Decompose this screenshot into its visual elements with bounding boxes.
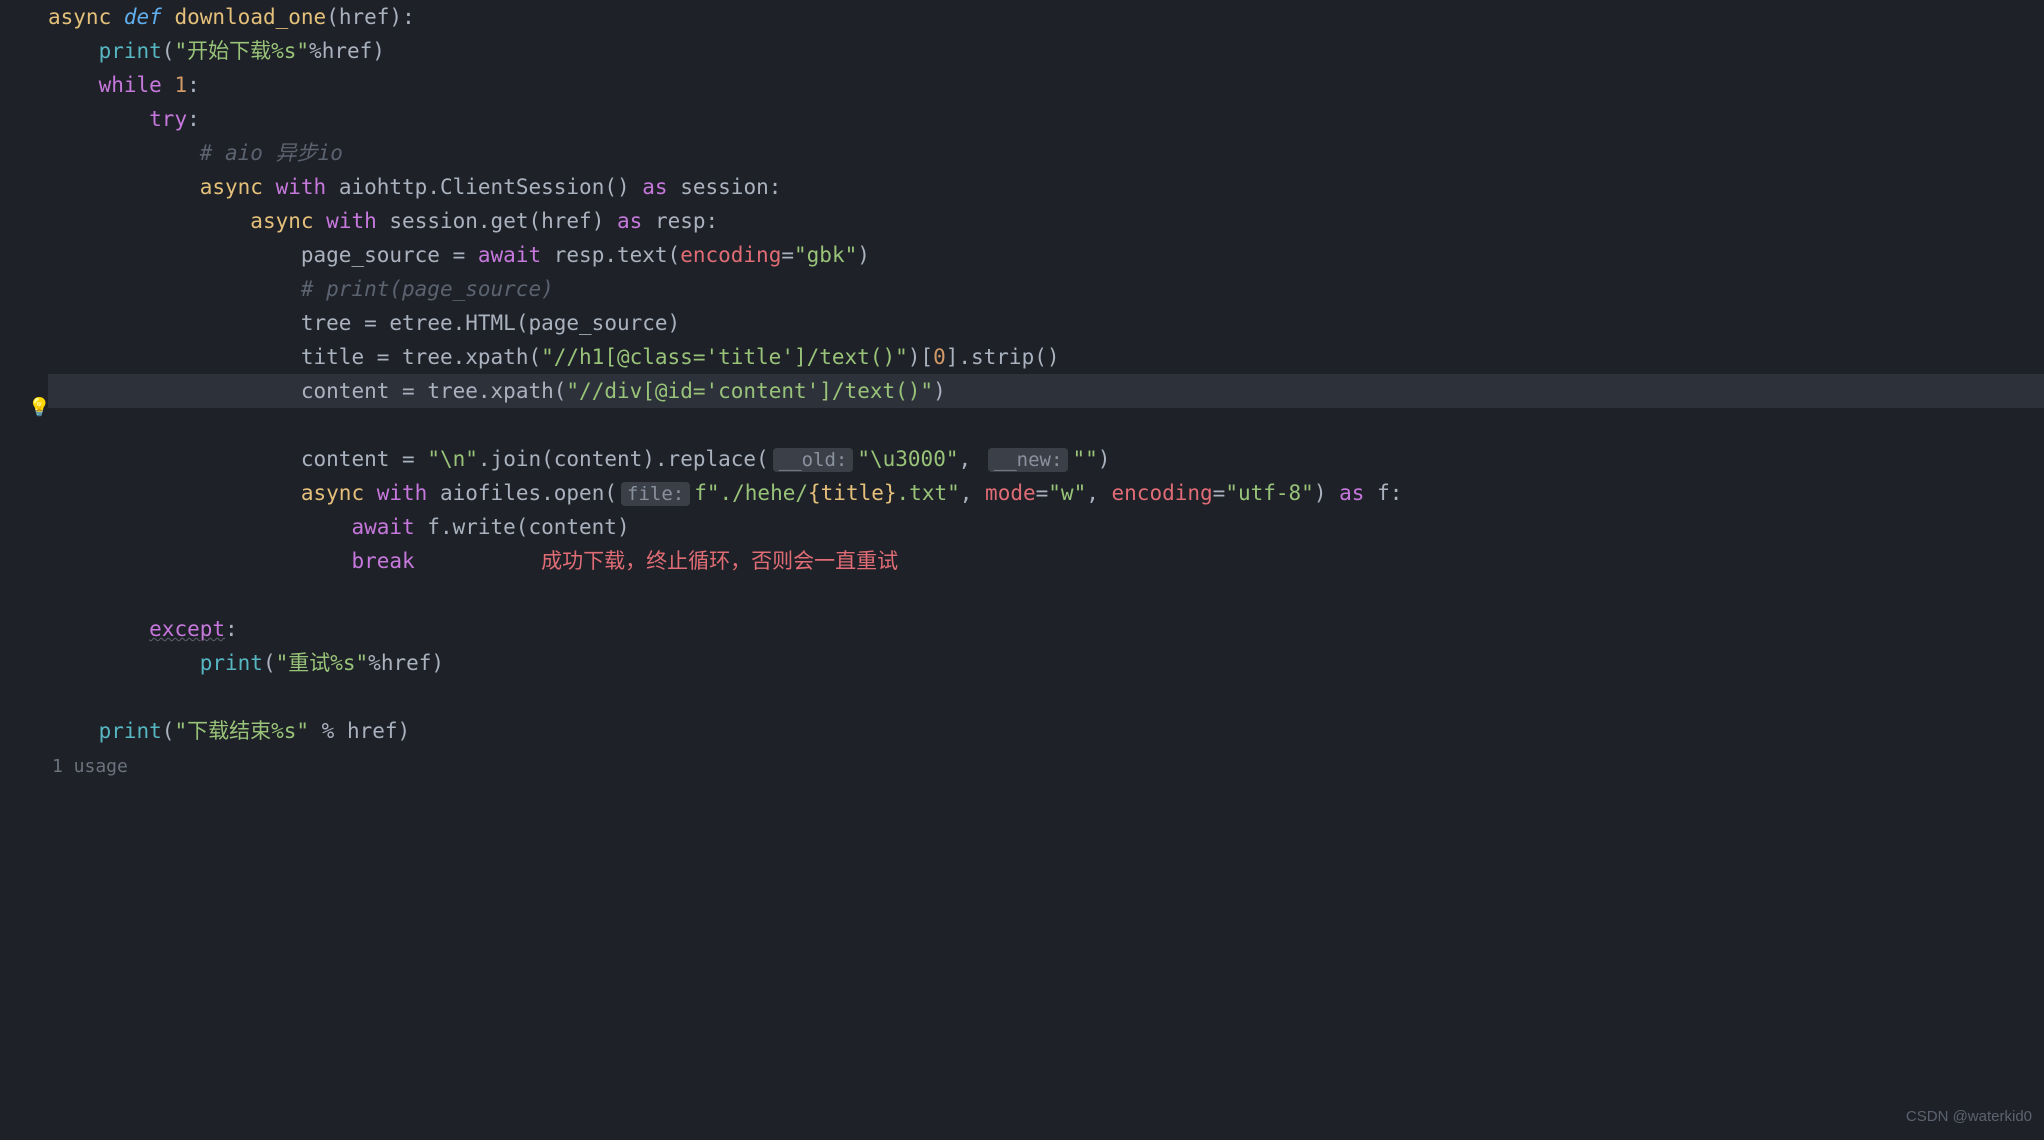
code-line[interactable]: # print(page_source) (48, 272, 2044, 306)
code-line[interactable]: async with aiohttp.ClientSession() as se… (48, 170, 2044, 204)
code-line[interactable]: async with aiofiles.open(file:f"./hehe/{… (48, 476, 2044, 510)
code-line[interactable]: tree = etree.HTML(page_source) (48, 306, 2044, 340)
code-line[interactable]: title = tree.xpath("//h1[@class='title']… (48, 340, 2044, 374)
code-line-blank[interactable] (48, 680, 2044, 714)
inlay-hint: file: (621, 482, 690, 506)
code-line[interactable]: break 成功下载，终止循环，否则会一直重试 (48, 544, 2044, 578)
code-line[interactable]: content = "\n".join(content).replace(__o… (48, 442, 2044, 476)
code-line[interactable]: print("开始下载%s"%href) (48, 34, 2044, 68)
watermark: CSDN @waterkid0 (1906, 1100, 2032, 1134)
code-line[interactable]: while 1: (48, 68, 2044, 102)
inlay-hint: __new: (988, 448, 1069, 472)
code-line[interactable]: page_source = await resp.text(encoding="… (48, 238, 2044, 272)
gutter: 💡 (0, 0, 48, 784)
code-line-current[interactable]: content = tree.xpath("//div[@id='content… (48, 374, 2044, 408)
code-line-blank[interactable] (48, 578, 2044, 612)
inlay-hint: __old: (773, 448, 854, 472)
code-line[interactable]: print("重试%s"%href) (48, 646, 2044, 680)
code-editor[interactable]: 💡 async def download_one(href): print("开… (0, 0, 2044, 784)
code-line[interactable]: async def download_one(href): (48, 0, 2044, 34)
inline-comment: 成功下载，终止循环，否则会一直重试 (541, 549, 898, 573)
usage-hint[interactable]: 1 usage (48, 750, 2044, 784)
code-line[interactable]: async with session.get(href) as resp: (48, 204, 2044, 238)
code-line-blank[interactable] (48, 408, 2044, 442)
code-line[interactable]: try: (48, 102, 2044, 136)
code-line[interactable]: except: (48, 612, 2044, 646)
code-line[interactable]: # aio 异步io (48, 136, 2044, 170)
code-line[interactable]: print("下载结束%s" % href) (48, 714, 2044, 748)
code-line[interactable]: await f.write(content) (48, 510, 2044, 544)
